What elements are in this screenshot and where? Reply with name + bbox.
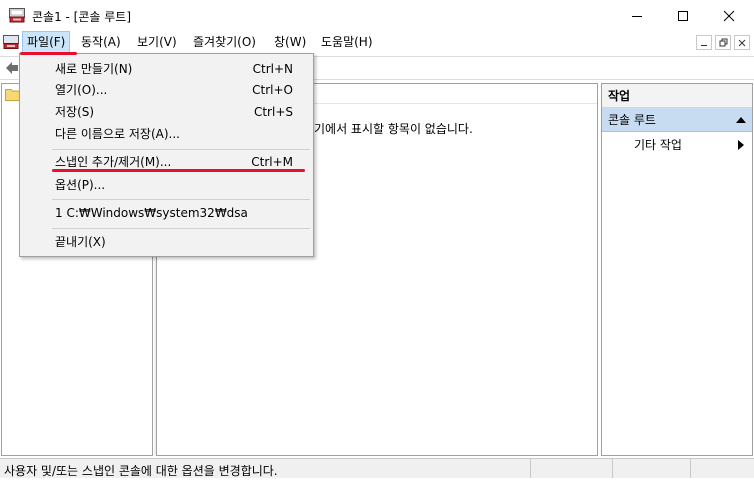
menu-favorites[interactable]: 즐겨찾기(O) <box>189 31 260 53</box>
menu-item-recent-file[interactable]: 1 C:₩Windows₩system32₩dsa <box>20 202 313 224</box>
actions-section-label: 콘솔 루트 <box>608 113 656 127</box>
actions-pane: 작업 콘솔 루트 기타 작업 <box>601 83 753 456</box>
minimize-button[interactable] <box>614 0 660 31</box>
status-text: 사용자 및/또는 스냅인 콘솔에 대한 옵션을 변경합니다. <box>4 464 278 478</box>
menu-item-open[interactable]: 열기(O)... Ctrl+O <box>20 79 313 101</box>
status-divider <box>690 459 692 478</box>
mdi-restore-button[interactable] <box>715 35 731 50</box>
menu-view[interactable]: 보기(V) <box>133 31 181 53</box>
menu-separator <box>52 149 310 150</box>
mdi-minimize-button[interactable] <box>696 35 712 50</box>
mmc-console-icon[interactable] <box>3 34 19 50</box>
menu-item-save-as[interactable]: 다른 이름으로 저장(A)... <box>20 123 313 145</box>
close-icon <box>723 10 735 21</box>
status-divider <box>530 459 532 478</box>
close-button[interactable] <box>706 0 752 31</box>
menu-item-save[interactable]: 저장(S) Ctrl+S <box>20 101 313 123</box>
status-bar: 사용자 및/또는 스냅인 콘솔에 대한 옵션을 변경합니다. <box>0 458 754 478</box>
menu-separator <box>52 228 310 229</box>
window-title: 콘솔1 - [콘솔 루트] <box>32 10 132 24</box>
maximize-button[interactable] <box>660 0 706 31</box>
actions-other-item[interactable]: 기타 작업 <box>634 136 682 153</box>
annotation-underline <box>20 52 77 55</box>
status-divider <box>612 459 614 478</box>
maximize-icon <box>678 10 688 21</box>
menu-item-options[interactable]: 옵션(P)... <box>20 174 313 196</box>
menu-item-exit[interactable]: 끝내기(X) <box>20 231 313 253</box>
back-arrow-icon[interactable] <box>4 60 20 76</box>
menu-item-new[interactable]: 새로 만들기(N) Ctrl+N <box>20 58 313 80</box>
menu-action[interactable]: 동작(A) <box>77 31 125 53</box>
title-bar[interactable]: 콘솔1 - [콘솔 루트] <box>0 0 754 31</box>
minimize-icon <box>701 44 707 46</box>
menu-separator <box>52 199 310 200</box>
actions-title: 작업 <box>602 84 752 108</box>
submenu-arrow-icon[interactable] <box>738 140 744 150</box>
menu-file[interactable]: 파일(F) <box>22 31 71 53</box>
file-menu-dropdown: 새로 만들기(N) Ctrl+N 열기(O)... Ctrl+O 저장(S) C… <box>19 53 314 257</box>
mdi-close-button[interactable] <box>734 35 750 50</box>
menu-help[interactable]: 도움말(H) <box>317 31 377 53</box>
minimize-icon <box>632 15 642 17</box>
restore-icon <box>719 38 727 47</box>
actions-section-console-root[interactable]: 콘솔 루트 <box>602 108 752 132</box>
empty-message: 기에서 표시할 항목이 없습니다. <box>314 122 473 136</box>
close-icon <box>738 39 746 46</box>
collapse-up-icon[interactable] <box>736 117 746 123</box>
menu-window[interactable]: 창(W) <box>270 31 310 53</box>
annotation-underline <box>52 169 305 172</box>
mmc-console-icon <box>9 8 25 23</box>
